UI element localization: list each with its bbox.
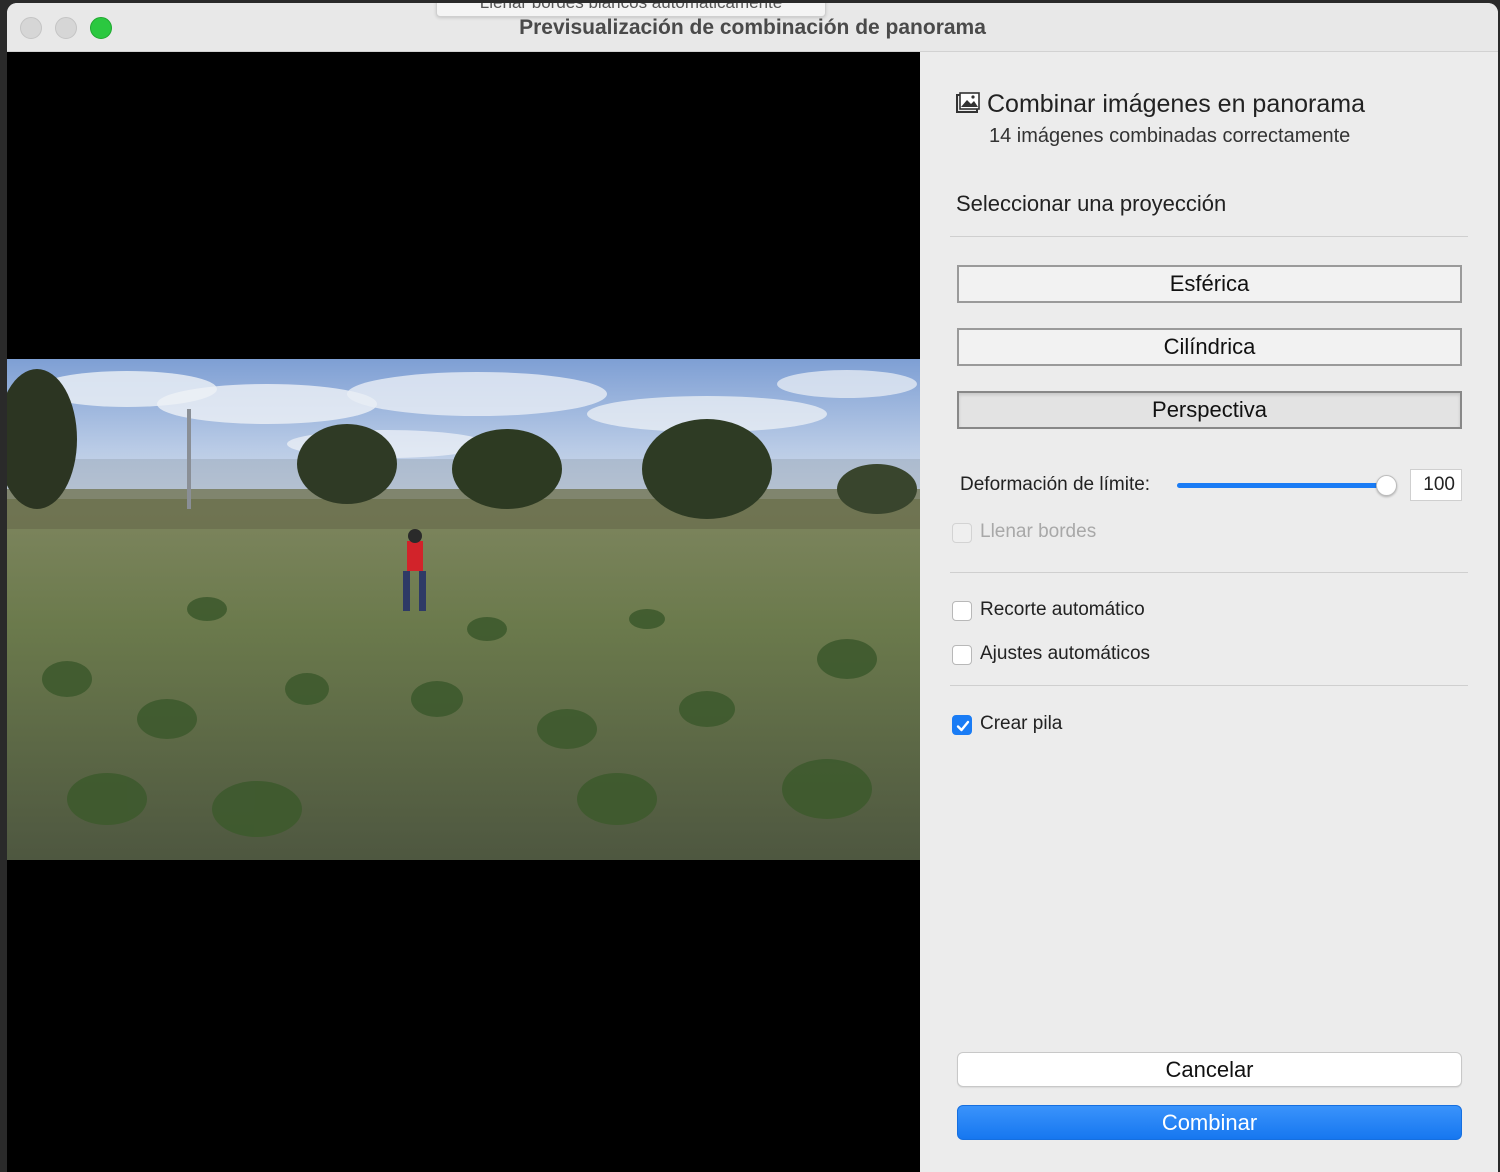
create-stack-label[interactable]: Crear pila	[980, 713, 1062, 735]
panorama-merge-window: Previsualización de combinación de panor…	[7, 3, 1498, 1172]
auto-settings-checkbox[interactable]	[952, 645, 972, 665]
panorama-preview-image	[7, 359, 920, 860]
merge-status: 14 imágenes combinadas correctamente	[989, 125, 1351, 147]
boundary-warp-slider-fill	[1177, 483, 1382, 488]
panorama-preview	[7, 52, 920, 1172]
settings-panel: Combinar imágenes en panorama 14 imágene…	[920, 52, 1498, 1172]
auto-settings-label[interactable]: Ajustes automáticos	[980, 643, 1150, 665]
combine-button[interactable]: Combinar	[957, 1105, 1462, 1140]
window-title: Previsualización de combinación de panor…	[519, 16, 986, 39]
boundary-warp-label: Deformación de límite:	[960, 474, 1151, 495]
boundary-warp-slider-track[interactable]	[1177, 483, 1392, 488]
projection-section-label: Seleccionar una proyección	[956, 191, 1227, 216]
tooltip: Llenar bordes blancos automáticamente	[436, 3, 826, 17]
panorama-photo-icon	[956, 92, 980, 113]
fill-edges-label: Llenar bordes	[980, 521, 1097, 542]
cancel-button[interactable]: Cancelar	[957, 1052, 1462, 1087]
divider	[950, 236, 1468, 237]
auto-crop-label[interactable]: Recorte automático	[980, 599, 1145, 621]
panel-heading: Combinar imágenes en panorama	[987, 90, 1365, 118]
boundary-warp-value-field[interactable]: 100	[1410, 469, 1462, 501]
cylindrical-projection-button[interactable]: Cilíndrica	[957, 328, 1462, 366]
divider	[950, 572, 1468, 573]
create-stack-checkbox[interactable]	[952, 715, 972, 735]
boundary-warp-slider-thumb[interactable]	[1376, 475, 1397, 496]
fill-edges-checkbox	[952, 523, 972, 543]
spherical-projection-button[interactable]: Esférica	[957, 265, 1462, 303]
checkmark-icon	[956, 720, 970, 732]
divider	[950, 685, 1468, 686]
perspective-projection-button[interactable]: Perspectiva	[957, 391, 1462, 429]
auto-crop-checkbox[interactable]	[952, 601, 972, 621]
